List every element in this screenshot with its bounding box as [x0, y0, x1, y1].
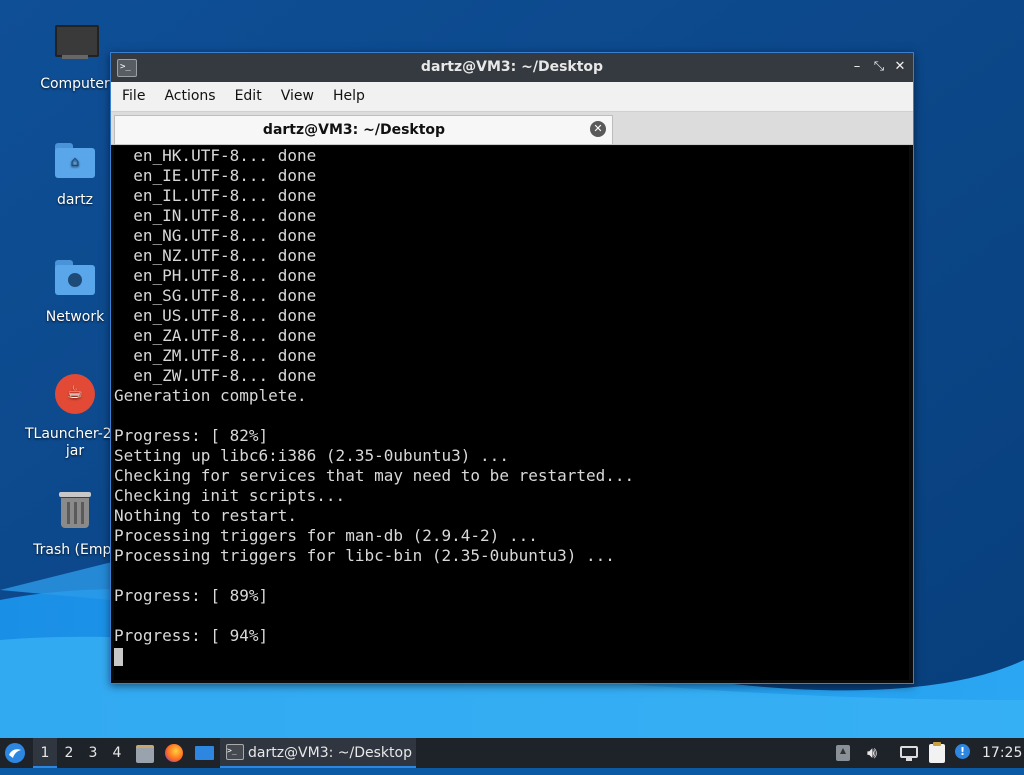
terminal-line: en_ZM.UTF-8... done: [114, 346, 317, 365]
window-title: dartz@VM3: ~/Desktop: [420, 59, 604, 75]
tab-close-icon[interactable]: ✕: [590, 121, 606, 137]
network-icon[interactable]: [898, 738, 920, 768]
clock[interactable]: 17:25: [982, 738, 1022, 768]
terminal-line: en_US.UTF-8... done: [114, 306, 317, 325]
terminal-line: Checking for services that may need to b…: [114, 466, 635, 485]
terminal-prompt-line: [114, 646, 909, 666]
menu-edit[interactable]: Edit: [224, 82, 270, 104]
taskbar: 1 2 3 4 >_ dartz@VM3: ~/Desktop 🔊︎ ! 17:…: [0, 738, 1024, 768]
taskbar-task-terminal[interactable]: >_ dartz@VM3: ~/Desktop: [220, 738, 416, 768]
terminal-line: Checking init scripts...: [114, 486, 346, 505]
menu-actions[interactable]: Actions: [153, 82, 223, 104]
terminal-line: en_PH.UTF-8... done: [114, 266, 317, 285]
menu-view[interactable]: View: [270, 82, 322, 104]
terminal-line: en_IN.UTF-8... done: [114, 206, 317, 225]
terminal-line: en_HK.UTF-8... done: [114, 146, 317, 165]
terminal-line: Processing triggers for man-db (2.9.4-2)…: [114, 526, 538, 545]
java-icon: ☕: [50, 372, 100, 422]
workspace-2[interactable]: 2: [57, 738, 81, 768]
file-manager-launcher[interactable]: [134, 738, 156, 768]
clipboard-icon[interactable]: [926, 738, 948, 768]
terminal-line: Nothing to restart.: [114, 506, 298, 525]
terminal-line: Setting up libc6:i386 (2.35-0ubuntu3) ..…: [114, 446, 509, 465]
firefox-icon: [165, 744, 183, 762]
window-titlebar[interactable]: >_ dartz@VM3: ~/Desktop – ⤡ ✕: [111, 53, 913, 82]
show-desktop-button[interactable]: [192, 738, 216, 768]
terminal-tab[interactable]: dartz@VM3: ~/Desktop ✕: [114, 115, 613, 144]
terminal-line: en_IL.UTF-8... done: [114, 186, 317, 205]
notification-icon[interactable]: !: [952, 738, 974, 768]
terminal-line: en_ZW.UTF-8... done: [114, 366, 317, 385]
task-label: dartz@VM3: ~/Desktop: [248, 745, 412, 761]
volume-icon[interactable]: 🔊︎: [862, 738, 882, 768]
terminal-output[interactable]: en_HK.UTF-8... done en_IE.UTF-8... done …: [114, 146, 909, 680]
home-folder-icon: ⌂: [50, 138, 100, 188]
workspace-4[interactable]: 4: [105, 738, 129, 768]
terminal-line: Progress: [ 82%]: [114, 426, 269, 445]
terminal-line: Progress: [ 89%]: [114, 586, 269, 605]
trash-icon: [50, 488, 100, 538]
menu-help[interactable]: Help: [322, 82, 373, 104]
start-menu-button[interactable]: [4, 738, 30, 768]
terminal-window[interactable]: >_ dartz@VM3: ~/Desktop – ⤡ ✕ File Action…: [110, 52, 914, 684]
terminal-line: Generation complete.: [114, 386, 307, 405]
firefox-launcher[interactable]: [162, 738, 186, 768]
file-manager-icon: [136, 745, 154, 763]
terminal-cursor: [114, 647, 123, 666]
menubar: File Actions Edit View Help: [111, 82, 913, 112]
menu-file[interactable]: File: [111, 82, 153, 104]
maximize-button[interactable]: ⤡: [869, 57, 889, 77]
network-folder-icon: [50, 255, 100, 305]
terminal-line: en_NZ.UTF-8... done: [114, 246, 317, 265]
desktop-icon: [195, 746, 214, 760]
minimize-button[interactable]: –: [847, 57, 867, 77]
terminal-line: Progress: [ 94%]: [114, 626, 269, 645]
close-button[interactable]: ✕: [890, 57, 910, 77]
tab-title: dartz@VM3: ~/Desktop: [262, 122, 446, 138]
tab-bar: dartz@VM3: ~/Desktop ✕: [111, 112, 913, 145]
terminal-line: Processing triggers for libc-bin (2.35-0…: [114, 546, 615, 565]
terminal-line: en_SG.UTF-8... done: [114, 286, 317, 305]
update-notifier-icon[interactable]: [834, 738, 852, 768]
terminal-line: en_ZA.UTF-8... done: [114, 326, 317, 345]
terminal-line: en_NG.UTF-8... done: [114, 226, 317, 245]
lubuntu-logo-icon: [5, 743, 25, 763]
workspace-1[interactable]: 1: [33, 738, 57, 768]
workspace-3[interactable]: 3: [81, 738, 105, 768]
terminal-line: en_IE.UTF-8... done: [114, 166, 317, 185]
terminal-app-icon: >_: [226, 744, 244, 760]
computer-icon: [50, 22, 100, 72]
